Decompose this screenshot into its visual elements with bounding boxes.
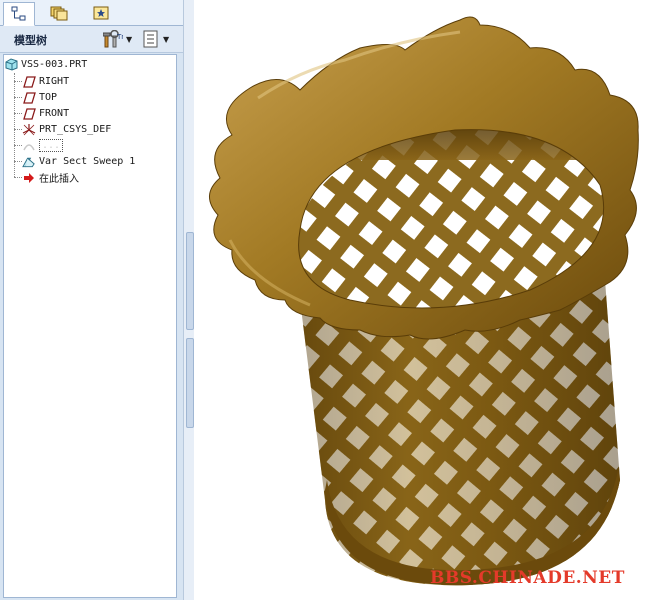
favorites-icon [93,6,109,19]
tree-item-label: TOP [39,92,58,103]
resize-grip[interactable] [186,338,194,428]
tree-connector [14,161,22,162]
part-icon [4,58,18,72]
tree-item-label: Var Sect Sweep 1 [39,156,136,167]
tree-connector [14,129,22,130]
csys-icon [22,123,36,137]
tree-root[interactable]: VSS-003.PRT [4,57,87,72]
chevron-down-icon: ▼ [163,34,170,44]
show-button[interactable]: ▼ [142,29,178,49]
tab-favorites[interactable] [86,2,116,23]
panel-tabs [0,0,183,26]
chevron-down-icon: ▼ [126,34,133,44]
tab-folder-browser[interactable] [44,2,74,23]
pattern-icon [22,139,36,153]
watermark-text: BBS.CHINADE.NET [430,568,625,588]
tree-connector [14,145,22,146]
show-list-icon [143,30,158,48]
tree-item-csys[interactable]: PRT_CSYS_DEF [22,122,111,137]
settings-button[interactable]: Tn ▼ [103,29,137,49]
tree-connector [14,113,22,114]
datum-plane-icon [22,91,36,105]
resize-grip[interactable] [186,232,194,330]
tree-connector [14,177,22,178]
tree-item-pattern[interactable]: ... [22,138,64,153]
tree-item-right[interactable]: RIGHT [22,74,69,89]
basket-model [209,16,639,586]
tree-connector [14,97,22,98]
tree-connector [14,81,22,82]
datum-plane-icon [22,107,36,121]
tree-item-insert-here[interactable]: 在此插入 [22,170,79,185]
tree-item-label: RIGHT [39,76,70,87]
panel-resize-bar[interactable] [183,0,194,600]
panel-header: 模型树 Tn ▼ ▼ [0,26,183,53]
tree-item-label: FRONT [39,108,70,119]
sweep-icon [22,155,36,169]
tree-item-label: ... [39,139,64,152]
graphics-viewport[interactable]: BBS.CHINADE.NET [194,0,657,600]
tree-item-front[interactable]: FRONT [22,106,69,121]
tree-root-label: VSS-003.PRT [21,59,88,70]
tree-item-top[interactable]: TOP [22,90,57,105]
tree-item-sweep[interactable]: Var Sect Sweep 1 [22,154,135,169]
datum-plane-icon [22,75,36,89]
panel-title: 模型树 [14,34,47,47]
tree-item-label: PRT_CSYS_DEF [39,124,112,135]
insert-arrow-icon [22,171,36,185]
model-tree: VSS-003.PRT RIGHT TOP FRONT PRT_CSYS_DEF… [3,54,177,598]
model-tree-panel: 模型树 Tn ▼ ▼ [0,0,183,600]
folders-icon [50,6,68,20]
settings-tools-icon: Tn [103,30,123,48]
tree-item-label: 在此插入 [39,174,79,185]
tab-model-tree[interactable] [3,2,35,26]
svg-text:Tn: Tn [116,33,123,41]
tree-icon [11,6,26,21]
